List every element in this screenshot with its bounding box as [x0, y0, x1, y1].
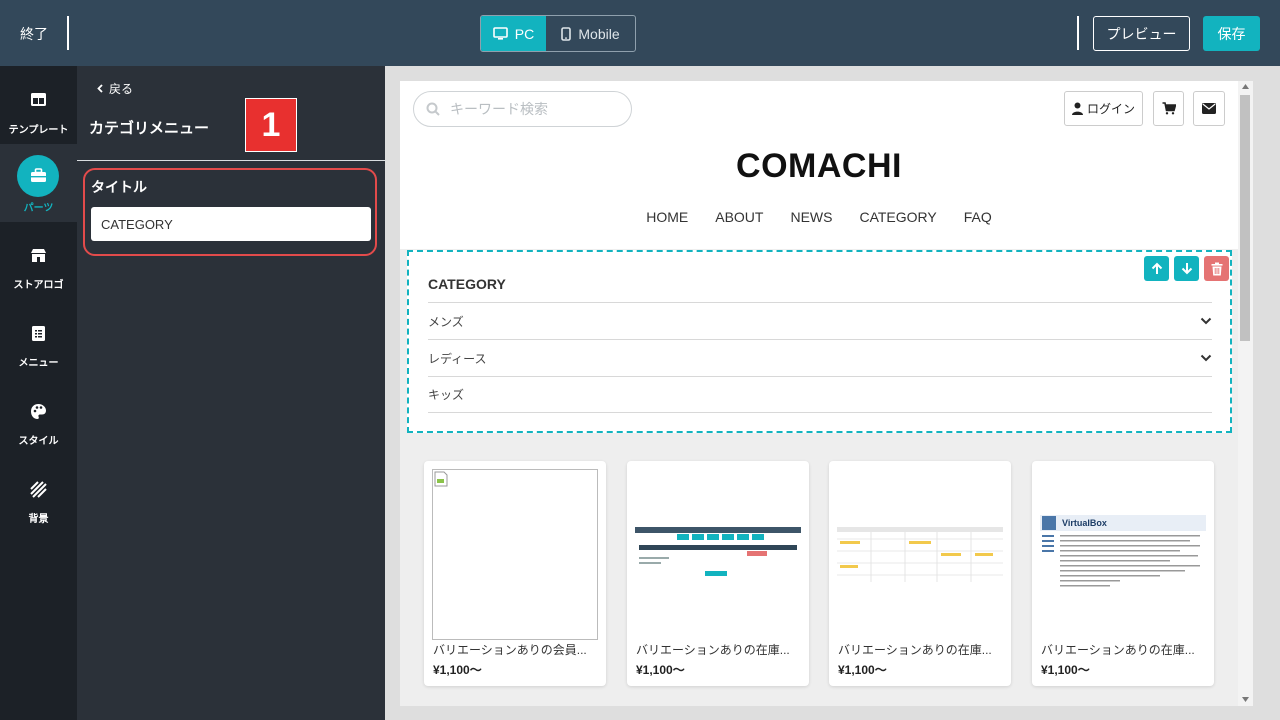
search-input[interactable]: キーワード検索	[413, 91, 632, 127]
rail-label: パーツ	[23, 203, 54, 214]
site-nav: HOME ABOUT NEWS CATEGORY FAQ	[400, 209, 1238, 225]
site-header: キーワード検索 ログイン COMACHI HOME ABOUT NEWS CAT…	[400, 81, 1238, 249]
site-preview: キーワード検索 ログイン COMACHI HOME ABOUT NEWS CAT…	[400, 81, 1238, 706]
rail-label: 背景	[28, 514, 49, 525]
broken-image-icon	[434, 471, 448, 487]
product-thumbnail: VirtualBox	[1040, 515, 1206, 595]
divider	[67, 16, 69, 50]
scrollbar-thumb[interactable]	[1240, 95, 1250, 341]
monitor-icon	[492, 26, 508, 40]
top-toolbar: 終了 PC Mobile プレビュー 保存	[0, 0, 1280, 66]
preview-canvas: キーワード検索 ログイン COMACHI HOME ABOUT NEWS CAT…	[385, 66, 1280, 720]
tool-rail: テンプレート パーツ ストアロゴ メニュー スタイル 背景	[0, 66, 77, 720]
device-pc-button[interactable]: PC	[481, 16, 546, 51]
delete-button[interactable]	[1204, 256, 1229, 281]
menu-list-icon	[32, 326, 45, 341]
rail-item-store-logo[interactable]: ストアロゴ	[0, 222, 77, 292]
cart-button[interactable]	[1153, 91, 1184, 126]
login-button[interactable]: ログイン	[1064, 91, 1143, 126]
product-name: バリエーションありの会員...	[433, 643, 587, 657]
nav-item-home[interactable]: HOME	[646, 209, 688, 225]
rail-item-parts[interactable]: パーツ	[0, 144, 77, 222]
scroll-up-icon[interactable]	[1242, 84, 1249, 89]
rail-label: テンプレート	[8, 125, 69, 136]
chevron-down-icon[interactable]	[1200, 317, 1212, 325]
divider	[1077, 16, 1079, 50]
exit-button[interactable]: 終了	[20, 24, 48, 44]
arrow-down-icon	[1181, 263, 1192, 275]
device-pc-label: PC	[514, 25, 535, 42]
cart-icon	[1162, 102, 1176, 115]
rail-item-menu[interactable]: メニュー	[0, 300, 77, 370]
nav-item-faq[interactable]: FAQ	[964, 209, 992, 225]
product-card[interactable]: バリエーションありの在庫... ¥1,100〜	[829, 461, 1011, 686]
settings-panel: 戻る カテゴリメニュー 1 タイトル	[77, 66, 385, 720]
product-price: ¥1,100〜	[838, 663, 887, 677]
title-field-label: タイトル	[91, 179, 147, 195]
user-icon	[1071, 102, 1083, 115]
palette-icon	[31, 404, 46, 419]
layout-icon	[31, 93, 46, 106]
nav-item-news[interactable]: NEWS	[790, 209, 832, 225]
virtualbox-logo-text: VirtualBox	[1062, 518, 1107, 528]
nav-item-category[interactable]: CATEGORY	[859, 209, 936, 225]
product-price: ¥1,100〜	[636, 663, 685, 677]
mobile-icon	[561, 26, 572, 41]
category-title: CATEGORY	[428, 276, 506, 292]
category-item-label: キッズ	[428, 388, 465, 402]
mail-icon	[1202, 103, 1216, 114]
rail-label: メニュー	[18, 358, 59, 369]
product-price: ¥1,100〜	[433, 663, 482, 677]
product-thumbnail	[837, 527, 1003, 582]
divider	[77, 160, 385, 161]
store-icon	[31, 249, 46, 262]
category-item[interactable]: キッズ	[428, 376, 1212, 413]
device-mobile-button[interactable]: Mobile	[546, 16, 635, 51]
site-logo: COMACHI	[736, 147, 902, 185]
mail-button[interactable]	[1193, 91, 1225, 126]
device-mobile-label: Mobile	[578, 25, 620, 42]
trash-icon	[1211, 262, 1222, 275]
category-item[interactable]: レディース	[428, 339, 1212, 376]
search-icon	[426, 102, 440, 116]
move-down-button[interactable]	[1174, 256, 1199, 281]
rail-item-background[interactable]: 背景	[0, 456, 77, 526]
product-card[interactable]: VirtualBox バリエーションありの在庫... ¥1,100〜	[1032, 461, 1214, 686]
back-label: 戻る	[109, 82, 134, 96]
category-menu-block[interactable]: CATEGORY メンズ レディース キッズ	[407, 250, 1232, 433]
preview-scrollbar[interactable]	[1238, 81, 1253, 706]
broken-image	[432, 469, 598, 640]
rail-item-style[interactable]: スタイル	[0, 378, 77, 448]
stripes-icon	[30, 481, 47, 498]
device-toggle: PC Mobile	[480, 15, 636, 52]
product-price: ¥1,100〜	[1041, 663, 1090, 677]
product-name: バリエーションありの在庫...	[636, 643, 790, 657]
step-badge: 1	[245, 98, 297, 152]
search-placeholder: キーワード検索	[450, 101, 548, 117]
preview-button[interactable]: プレビュー	[1093, 16, 1190, 51]
category-item-label: レディース	[428, 351, 487, 366]
product-card[interactable]: バリエーションありの会員... ¥1,100〜	[424, 461, 606, 686]
title-input[interactable]	[91, 207, 371, 241]
login-label: ログイン	[1086, 102, 1135, 116]
chevron-left-icon	[97, 84, 103, 93]
save-button[interactable]: 保存	[1203, 16, 1260, 51]
move-up-button[interactable]	[1144, 256, 1169, 281]
category-item[interactable]: メンズ	[428, 302, 1212, 339]
scroll-down-icon[interactable]	[1242, 697, 1249, 702]
toolbox-icon	[31, 168, 46, 182]
back-link[interactable]: 戻る	[97, 80, 133, 97]
product-name: バリエーションありの在庫...	[1041, 643, 1195, 657]
product-thumbnail	[635, 527, 801, 582]
chevron-down-icon[interactable]	[1200, 354, 1212, 362]
product-name: バリエーションありの在庫...	[838, 643, 992, 657]
panel-title: カテゴリメニュー	[89, 120, 210, 137]
rail-label: ストアロゴ	[13, 280, 64, 291]
product-card[interactable]: バリエーションありの在庫... ¥1,100〜	[627, 461, 809, 686]
arrow-up-icon	[1151, 262, 1162, 274]
rail-item-template[interactable]: テンプレート	[0, 66, 77, 144]
rail-label: スタイル	[18, 436, 59, 447]
category-item-label: メンズ	[428, 314, 464, 329]
nav-item-about[interactable]: ABOUT	[715, 209, 763, 225]
